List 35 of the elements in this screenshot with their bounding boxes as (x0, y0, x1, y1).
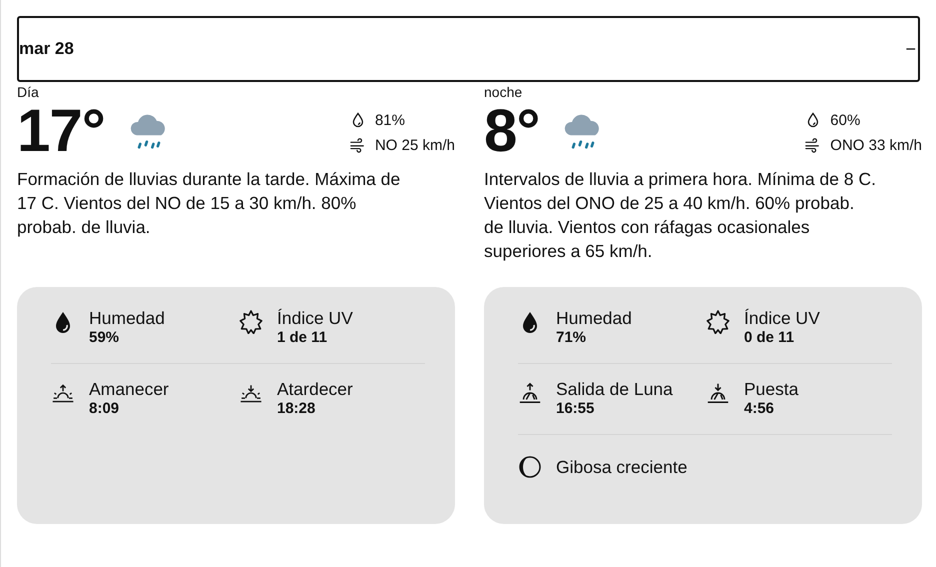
detail-value: 4:56 (744, 400, 776, 418)
detail-label: Humedad (89, 307, 165, 329)
period-label: noche (484, 84, 524, 101)
wind-value: ONO 33 km/h (830, 136, 922, 154)
moonset-icon (706, 381, 730, 405)
detail-value: 1 de 11 (277, 329, 328, 347)
forecast-description: Intervalos de lluvia a primera hora. Mínima de 8 C. Vientos del ONO de 25 a 40 km/h. 60% probab. de lluvia. Vientos con ráfagas ocasionales superiores a 65 km/h. (484, 168, 876, 263)
detail-label: Salida de Luna (556, 378, 673, 400)
detail-label: Humedad (556, 307, 632, 329)
wind-icon (805, 137, 822, 153)
detail-label: Índice UV (277, 307, 353, 329)
precipitation-value: 81% (374, 112, 405, 128)
detail-value: 18:28 (277, 400, 316, 418)
detail-label: Índice UV (744, 307, 820, 329)
sun-outline-icon (239, 310, 263, 334)
period-label: Día (17, 84, 40, 101)
moon-phase-icon (518, 455, 542, 479)
moonrise-icon (518, 381, 542, 405)
detail-label: Amanecer (89, 378, 169, 400)
detail-value: 8:09 (89, 400, 120, 418)
detail-value: 59% (89, 329, 120, 347)
detail-value: 0 de 11 (744, 329, 796, 347)
detail-label: Puesta (744, 378, 798, 400)
moon-phase-label: Gibosa creciente (556, 456, 688, 478)
detail-label: Atardecer (277, 378, 353, 400)
sun-outline-icon (706, 310, 730, 334)
detail-value: 16:55 (556, 400, 596, 418)
forecast-description: Formación de lluvias durante la tarde. Máxima de 17 C. Vientos del NO de 15 a 30 km/h. 80% probab. de lluvia. (17, 168, 402, 239)
wind-icon (350, 137, 366, 153)
day-header[interactable]: mar 28 − (17, 16, 920, 82)
temperature: 8° (484, 103, 540, 159)
detail-value: 71% (556, 329, 588, 347)
precipitation-value: 60% (830, 112, 860, 128)
temperature: 17° (17, 103, 105, 159)
wind-value: NO 25 km/h (374, 136, 455, 154)
